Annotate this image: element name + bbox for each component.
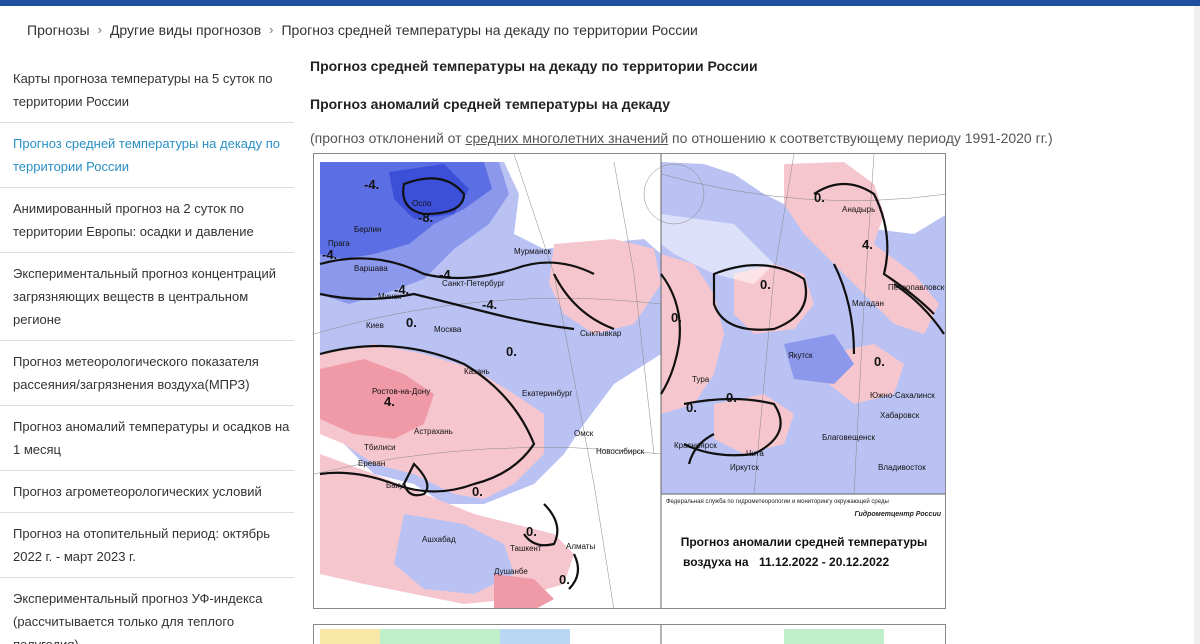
climate-norms-link[interactable]: средних многолетних значений [465, 130, 668, 146]
svg-text:Сыктывкар: Сыктывкар [580, 329, 622, 338]
sidebar-item-monthly-anomalies[interactable]: Прогноз аномалий температуры и осадков н… [0, 406, 294, 471]
svg-text:Прага: Прага [328, 239, 350, 248]
svg-text:Тура: Тура [692, 375, 710, 384]
breadcrumb-separator: › [97, 22, 102, 37]
sidebar-item-uv-index[interactable]: Экспериментальный прогноз УФ-индекса (ра… [0, 578, 294, 644]
svg-text:Берлин: Берлин [354, 225, 381, 234]
svg-text:Алматы: Алматы [566, 542, 595, 551]
sidebar-item-agrometeo[interactable]: Прогноз агрометеорологических условий [0, 471, 294, 513]
sidebar-item-heating-season[interactable]: Прогноз на отопительный период: октябрь … [0, 513, 294, 578]
svg-text:Иркутск: Иркутск [730, 463, 759, 472]
svg-text:Чита: Чита [746, 449, 764, 458]
svg-text:0.: 0. [506, 344, 517, 359]
svg-text:Владивосток: Владивосток [878, 463, 926, 472]
svg-text:Казань: Казань [464, 367, 490, 376]
svg-text:Минск: Минск [378, 292, 402, 301]
svg-text:-4.: -4. [364, 177, 379, 192]
svg-text:Варшава: Варшава [354, 264, 388, 273]
svg-text:0.: 0. [726, 390, 737, 405]
breadcrumb: Прогнозы › Другие виды прогнозов › Прогн… [27, 22, 698, 38]
svg-text:-8.: -8. [418, 210, 433, 225]
section-note: (прогноз отклонений от средних многолетн… [310, 128, 1180, 148]
svg-text:Москва: Москва [434, 325, 462, 334]
svg-text:Магадан: Магадан [852, 299, 884, 308]
map-caption-dates: 11.12.2022 - 20.12.2022 [759, 555, 889, 569]
svg-text:4.: 4. [862, 237, 873, 252]
svg-text:0.: 0. [559, 572, 570, 587]
svg-text:Ташкент: Ташкент [510, 544, 542, 553]
center-name: Гидрометцентр России [855, 510, 942, 518]
sidebar-item-decade-temperature[interactable]: Прогноз средней температуры на декаду по… [0, 123, 294, 188]
svg-text:Баку: Баку [386, 481, 403, 490]
breadcrumb-forecasts[interactable]: Прогнозы [27, 22, 90, 38]
top-accent-bar [0, 0, 1200, 6]
svg-text:Тбилиси: Тбилиси [364, 443, 396, 452]
svg-text:Ашхабад: Ашхабад [422, 535, 456, 544]
svg-text:0.: 0. [760, 277, 771, 292]
svg-text:0.: 0. [406, 315, 417, 330]
second-map-preview [313, 624, 946, 644]
svg-text:0.: 0. [874, 354, 885, 369]
svg-text:Анадырь: Анадырь [842, 205, 875, 214]
breadcrumb-other-forecasts[interactable]: Другие виды прогнозов [110, 22, 261, 38]
svg-text:0.: 0. [814, 190, 825, 205]
anomaly-map-svg: -4. -8. -4. -4. -4. -4. 0. 0. 4. 0. 0. 0… [314, 154, 946, 608]
breadcrumb-separator: › [269, 22, 274, 37]
svg-text:Хабаровск: Хабаровск [880, 411, 920, 420]
svg-text:Южно-Сахалинск: Южно-Сахалинск [870, 391, 935, 400]
svg-text:Красноярск: Красноярск [674, 441, 717, 450]
svg-text:Осло: Осло [412, 199, 432, 208]
svg-text:Киев: Киев [366, 321, 384, 330]
note-text: (прогноз отклонений от [310, 130, 466, 146]
svg-text:0.: 0. [526, 524, 537, 539]
svg-text:Петропавловск-Камчатский: Петропавловск-Камчатский [888, 283, 946, 292]
map-caption-line1: Прогноз аномалии средней температуры [681, 535, 928, 549]
section-title: Прогноз аномалий средней температуры на … [310, 96, 671, 112]
svg-text:Душанбе: Душанбе [494, 567, 528, 576]
svg-text:-4.: -4. [322, 247, 337, 262]
svg-text:Астрахань: Астрахань [414, 427, 453, 436]
svg-text:0.: 0. [686, 400, 697, 415]
svg-text:0.: 0. [472, 484, 483, 499]
svg-text:-4.: -4. [482, 297, 497, 312]
main-content: Прогноз средней температуры на декаду по… [310, 56, 1180, 148]
second-map-svg [314, 625, 945, 644]
page-scrollbar[interactable] [1194, 6, 1200, 644]
svg-text:Омск: Омск [574, 429, 594, 438]
svg-text:Ереван: Ереван [358, 459, 385, 468]
sidebar-item-europe-animation[interactable]: Анимированный прогноз на 2 суток по терр… [0, 188, 294, 253]
breadcrumb-current: Прогноз средней температуры на декаду по… [281, 22, 698, 38]
svg-text:Мурманск: Мурманск [514, 247, 551, 256]
svg-text:Якутск: Якутск [788, 351, 813, 360]
svg-text:4.: 4. [384, 394, 395, 409]
sidebar-item-5day-maps[interactable]: Карты прогноза температуры на 5 суток по… [0, 58, 294, 123]
sidebar-item-pollutants[interactable]: Экспериментальный прогноз концентраций з… [0, 253, 294, 341]
map-caption-prefix: воздуха на [683, 555, 749, 569]
svg-text:Екатеринбург: Екатеринбург [522, 389, 572, 398]
anomaly-map: -4. -8. -4. -4. -4. -4. 0. 0. 4. 0. 0. 0… [313, 153, 946, 609]
agency-name: Федеральная служба по гидрометеорологии … [666, 498, 889, 505]
sidebar-item-mprz[interactable]: Прогноз метеорологического показателя ра… [0, 341, 294, 406]
sidebar-menu: Карты прогноза температуры на 5 суток по… [0, 58, 294, 644]
svg-text:Санкт-Петербург: Санкт-Петербург [442, 279, 505, 288]
page-title: Прогноз средней температуры на декаду по… [310, 58, 758, 74]
svg-text:Новосибирск: Новосибирск [596, 447, 645, 456]
note-text-end: по отношению к соответствующему периоду … [668, 130, 1053, 146]
svg-text:Ростов-на-Дону: Ростов-на-Дону [372, 387, 430, 396]
svg-text:0.: 0. [671, 310, 682, 325]
svg-text:Благовещенск: Благовещенск [822, 433, 875, 442]
